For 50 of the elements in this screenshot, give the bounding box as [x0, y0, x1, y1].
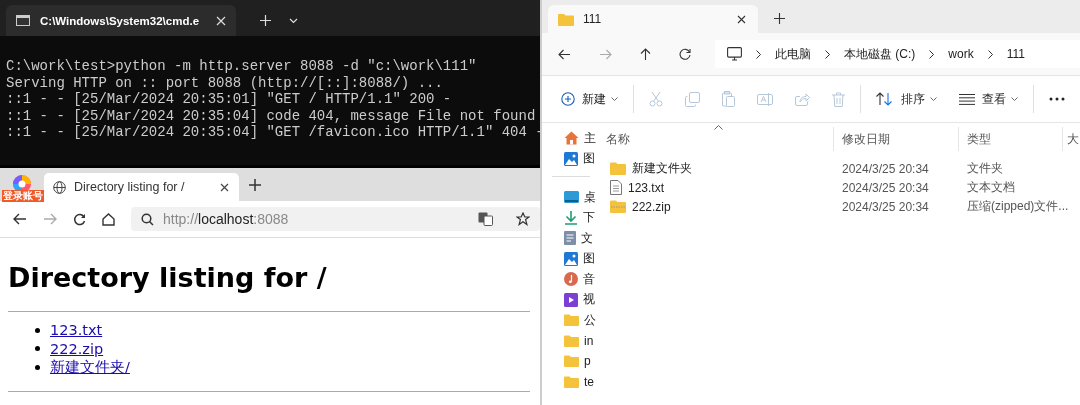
navigation-item[interactable]: 图	[564, 148, 598, 169]
column-header[interactable]: 名称	[598, 127, 834, 151]
file-type: 文件夹	[966, 160, 1003, 177]
page-heading: Directory listing for /	[8, 262, 328, 294]
navigation-item[interactable]: 主	[564, 128, 598, 149]
navigation-item[interactable]: in	[564, 330, 598, 351]
browser-tab[interactable]: Directory listing for /	[44, 173, 239, 201]
explorer-tab[interactable]: 111	[548, 5, 758, 33]
url-text: http://localhost:8088	[163, 211, 289, 227]
navigation-item[interactable]: te	[564, 371, 598, 392]
terminal-tab[interactable]: C:\Windows\System32\cmd.e	[6, 5, 236, 36]
file-link[interactable]: 222.zip	[50, 340, 104, 357]
terminal-line: C:\work\test>python -m http.server 8088 -d "c:\work\111"	[6, 58, 478, 75]
navigation-item[interactable]: 文	[564, 228, 598, 249]
file-type: 压缩(zipped)文件...	[966, 198, 1069, 215]
terminal-line: ::1 - - [25/Mar/2024 20:35:04] "GET /favicon.ico HTTP/1.1" 404 -	[6, 124, 540, 141]
navigation-item[interactable]: 图	[564, 248, 598, 269]
view-button[interactable]: 查看	[948, 84, 1029, 114]
breadcrumb-item[interactable]: 本地磁盘 (C:)	[844, 45, 916, 63]
navigation-item[interactable]: 下	[564, 207, 598, 228]
address-bar[interactable]: 此电脑 本地磁盘 (C:) work 111	[715, 40, 1080, 68]
file-name[interactable]: 123.txt	[628, 180, 665, 195]
navigation-item[interactable]: p	[564, 351, 598, 372]
breadcrumb-item[interactable]: 111	[1006, 47, 1025, 61]
file-link[interactable]: 新建文件夹/	[50, 357, 130, 377]
terminal-line: ::1 - - [25/Mar/2024 20:35:04] code 404, message File not found	[6, 107, 537, 124]
new-button[interactable]: 新建	[550, 84, 629, 114]
column-header[interactable]: 大	[1063, 127, 1080, 151]
breadcrumb-item[interactable]: 此电脑	[775, 45, 811, 63]
file-name[interactable]: 222.zip	[632, 199, 671, 214]
sort-button[interactable]: 排序	[865, 84, 948, 114]
file-name[interactable]: 新建文件夹	[632, 160, 692, 177]
file-type: 文本文档	[966, 179, 1015, 196]
file-link[interactable]: 123.txt	[50, 322, 103, 339]
terminal-line: Serving HTTP on :: port 8088 (http://[::]:8088/) ...	[6, 74, 444, 91]
navigation-item[interactable]: 视	[564, 289, 598, 310]
terminal-line: ::1 - - [25/Mar/2024 20:35:01] "GET / HTTP/1.1" 200 -	[6, 91, 453, 108]
column-header[interactable]: 修改日期	[834, 127, 959, 151]
navigation-item[interactable]: 公	[564, 310, 598, 331]
navigation-item[interactable]: 桌	[564, 187, 598, 208]
tab-title: C:\Windows\System32\cmd.e	[40, 14, 201, 27]
modified-date: 2024/3/25 20:34	[841, 180, 930, 195]
modified-date: 2024/3/25 20:34	[841, 199, 930, 214]
modified-date: 2024/3/25 20:34	[841, 161, 930, 176]
tab-title: 111	[583, 12, 603, 26]
breadcrumb-item[interactable]: work	[948, 47, 974, 61]
address-bar[interactable]: http://localhost:8088	[131, 207, 540, 231]
navigation-item[interactable]: 音	[564, 269, 598, 290]
tab-title: Directory listing for /	[74, 180, 186, 194]
column-header[interactable]: 类型	[959, 127, 1063, 151]
